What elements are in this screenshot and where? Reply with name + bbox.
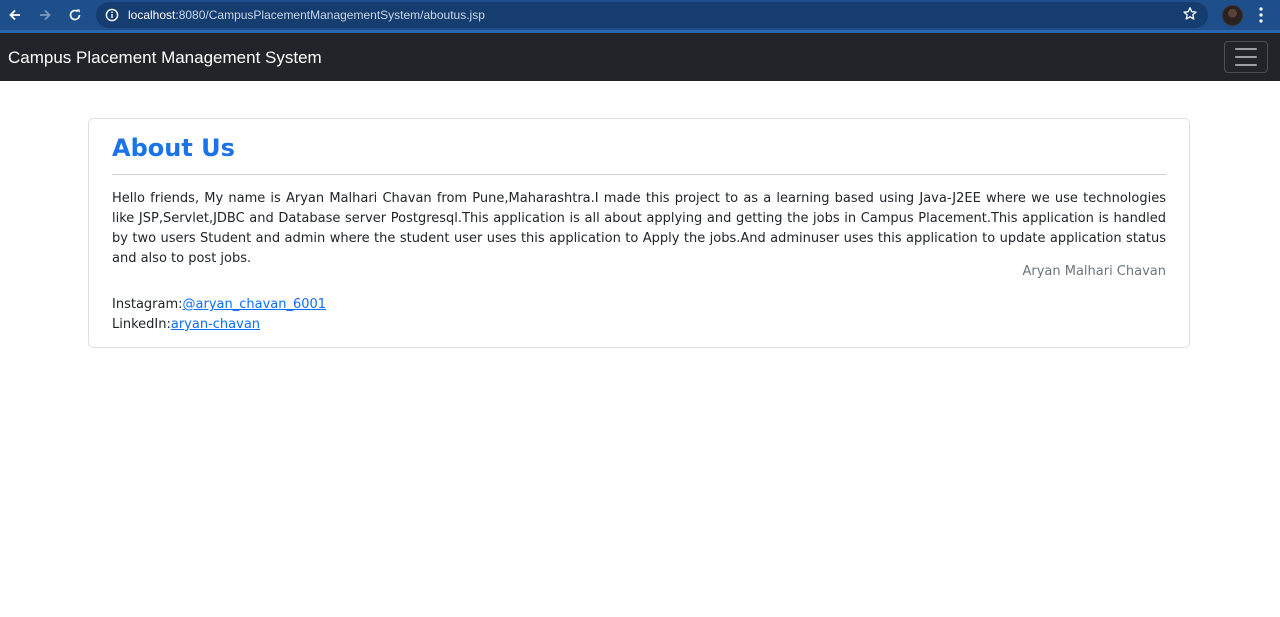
url-path: :8080/CampusPlacementManagementSystem/ab… [175,8,485,22]
url-text: localhost:8080/CampusPlacementManagement… [128,8,485,22]
hamburger-icon-bar [1235,56,1257,58]
hamburger-icon-bar [1235,64,1257,66]
linkedin-label: LinkedIn: [112,317,171,332]
instagram-line: Instagram:@aryan_chavan_6001 [112,295,326,315]
about-card: About Us Hello friends, My name is Aryan… [88,118,1190,348]
forward-arrow-icon [40,9,51,21]
profile-avatar[interactable] [1222,5,1243,26]
bookmark-star-icon[interactable] [1182,6,1198,27]
forward-button[interactable] [30,0,60,30]
navbar-brand[interactable]: Campus Placement Management System [8,48,322,68]
site-navbar: Campus Placement Management System [0,33,1280,81]
about-paragraph: Hello friends, My name is Aryan Malhari … [112,191,1166,266]
site-info-icon[interactable] [96,8,128,22]
reload-icon [69,9,81,21]
linkedin-line: LinkedIn:aryan-chavan [112,315,260,335]
reload-button[interactable] [60,0,90,30]
browser-menu-icon[interactable] [1254,6,1268,24]
hamburger-icon-bar [1235,48,1257,50]
page-title: About Us [112,134,235,162]
divider [112,174,1166,175]
address-bar[interactable]: localhost:8080/CampusPlacementManagement… [96,2,1208,28]
back-arrow-icon [9,9,20,21]
instagram-label: Instagram: [112,297,183,312]
url-host: localhost [128,8,176,22]
browser-toolbar: localhost:8080/CampusPlacementManagement… [0,0,1280,30]
author-signature: Aryan Malhari Chavan [1022,264,1166,279]
navbar-toggler-button[interactable] [1224,41,1268,73]
back-button[interactable] [0,0,30,30]
linkedin-link[interactable]: aryan-chavan [171,317,260,332]
instagram-link[interactable]: @aryan_chavan_6001 [183,297,327,312]
